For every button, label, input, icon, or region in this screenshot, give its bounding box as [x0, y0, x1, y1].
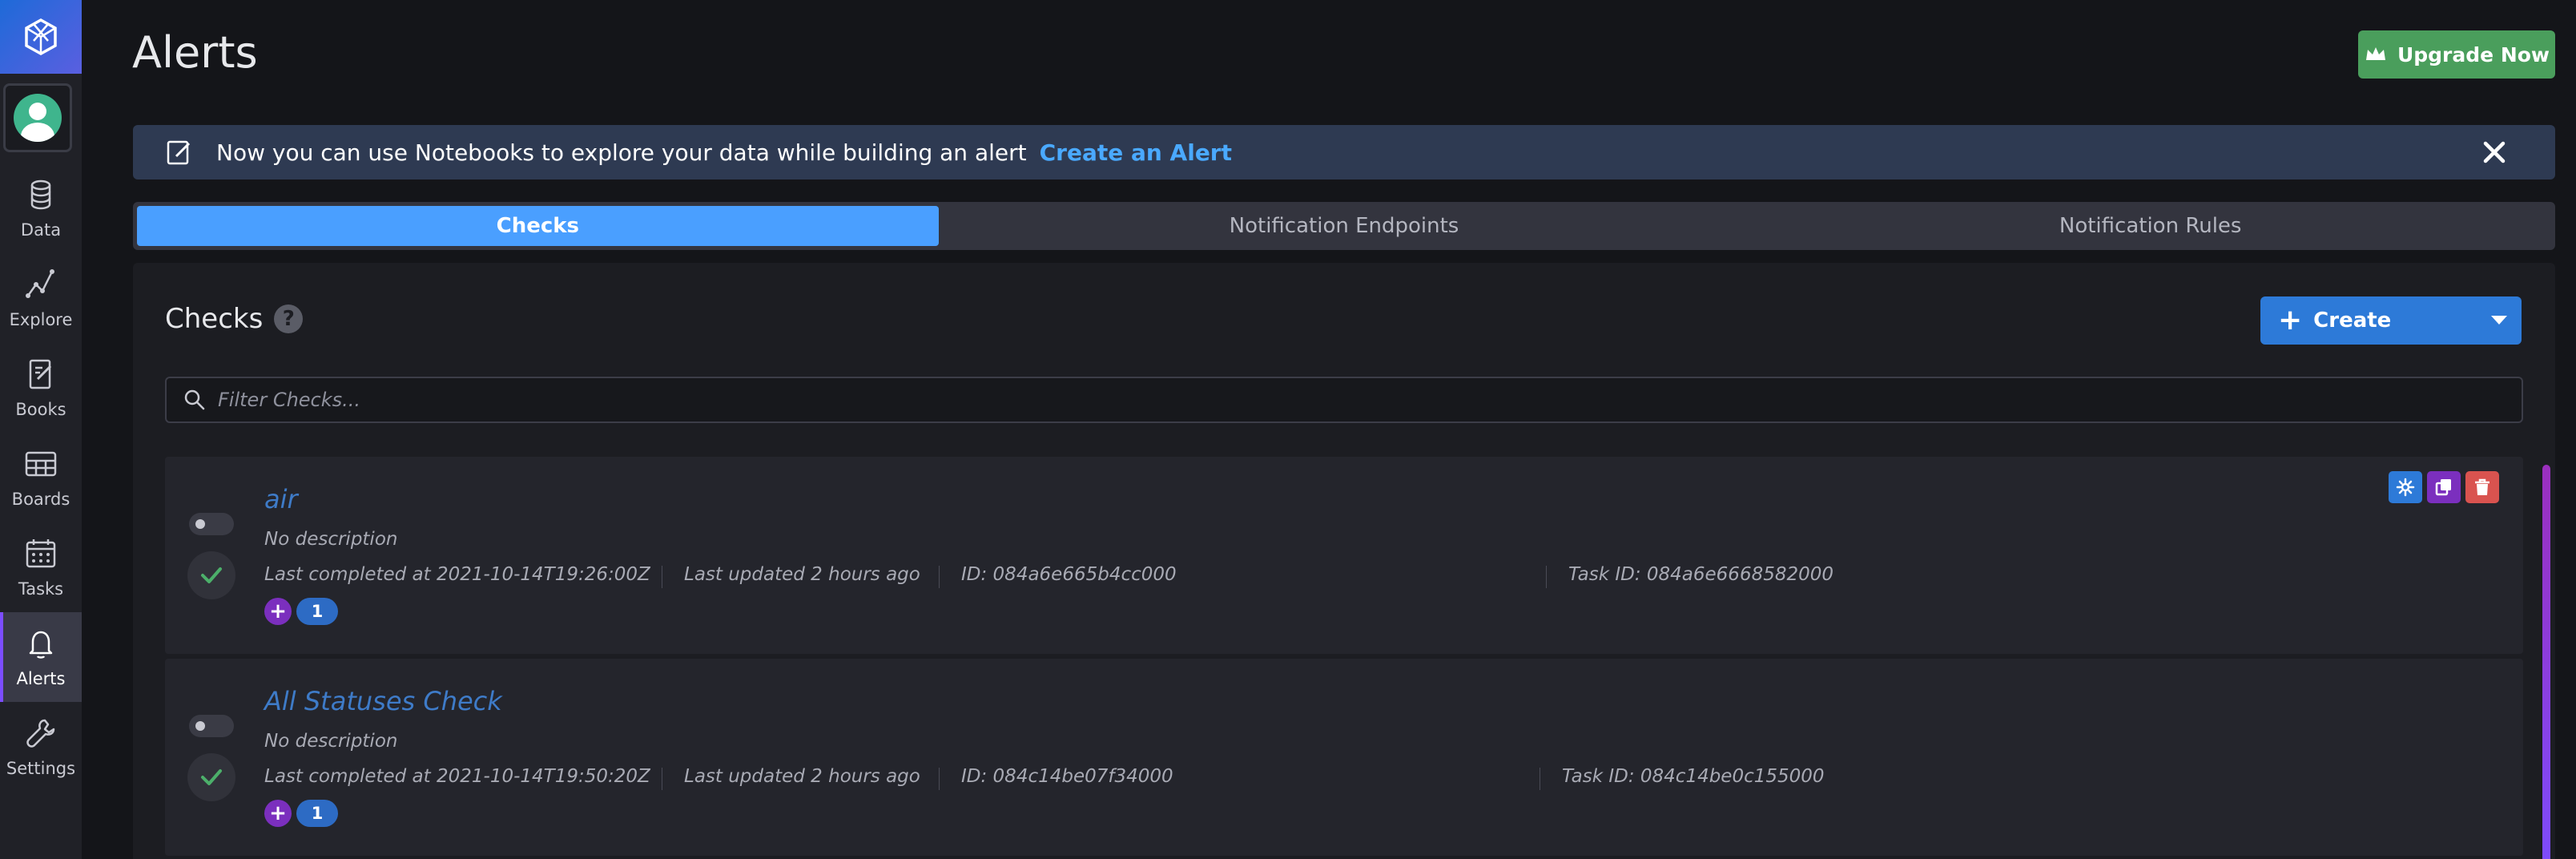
notebook-icon	[29, 359, 52, 389]
create-label: Create	[2313, 309, 2392, 333]
add-label-button[interactable]: +	[264, 598, 292, 625]
create-check-button[interactable]: + Create	[2260, 296, 2522, 345]
sidebar-item-settings[interactable]: Settings	[0, 702, 82, 792]
meta-divider	[1546, 566, 1547, 588]
label-count-badge[interactable]: 1	[296, 800, 338, 827]
task-id: Task ID: 084c14be0c155000	[1562, 766, 1825, 787]
sidebar-item-label: Settings	[6, 759, 76, 778]
last-completed: Last completed at 2021-10-14T19:26:00Z	[264, 564, 650, 585]
notebook-banner: Now you can use Notebooks to explore you…	[133, 125, 2555, 179]
dashboard-grid-icon	[25, 451, 57, 477]
check-status	[187, 753, 235, 801]
check-toggle[interactable]	[189, 513, 234, 535]
add-label-button[interactable]: +	[264, 800, 292, 827]
clone-check-button[interactable]	[2427, 471, 2461, 503]
sidebar-item-tasks[interactable]: Tasks	[0, 522, 82, 612]
filter-checks	[165, 377, 2523, 423]
gear-icon	[2396, 478, 2415, 497]
checks-heading: Checks ?	[165, 303, 304, 335]
check-name[interactable]: All Statuses Check	[264, 686, 502, 716]
last-updated: Last updated 2 hours ago	[684, 766, 920, 787]
sidebar-item-boards[interactable]: Boards	[0, 433, 82, 522]
banner-text: Now you can use Notebooks to explore you…	[216, 139, 1027, 166]
sidebar-item-books[interactable]: Books	[0, 343, 82, 433]
check-id: ID: 084c14be07f34000	[961, 766, 1173, 787]
sidebar-item-data[interactable]: Data	[0, 163, 82, 253]
checks-title: Checks	[165, 303, 264, 335]
check-labels: + 1	[264, 598, 338, 625]
meta-divider	[939, 768, 940, 790]
explore-graph-icon	[26, 269, 54, 298]
calendar-icon	[26, 539, 56, 568]
upgrade-label: Upgrade Now	[2397, 42, 2550, 67]
check-description[interactable]: No description	[264, 731, 397, 752]
check-labels: + 1	[264, 800, 338, 827]
last-completed: Last completed at 2021-10-14T19:50:20Z	[264, 766, 650, 787]
check-status	[187, 551, 235, 599]
tab-notification-rules[interactable]: Notification Rules	[1749, 206, 2551, 246]
tab-checks[interactable]: Checks	[137, 206, 939, 246]
checkmark-icon	[201, 567, 222, 583]
cube-logo-icon	[25, 18, 57, 56]
sidebar-item-label: Alerts	[16, 669, 66, 688]
database-icon	[30, 179, 51, 210]
clone-icon	[2435, 479, 2451, 496]
sidebar-item-label: Explore	[9, 310, 73, 329]
chevron-down-icon[interactable]	[2491, 316, 2507, 325]
sidebar-item-label: Boards	[11, 490, 70, 509]
sidebar-item-label: Tasks	[18, 579, 64, 599]
delete-check-button[interactable]	[2465, 471, 2499, 503]
card-actions	[2389, 471, 2499, 503]
scrollbar[interactable]	[2542, 465, 2550, 859]
sidebar-item-label: Books	[15, 400, 66, 419]
sidebar-item-explore[interactable]: Explore	[0, 253, 82, 343]
tab-notification-endpoints[interactable]: Notification Endpoints	[944, 206, 1745, 246]
meta-divider	[939, 566, 940, 588]
last-updated: Last updated 2 hours ago	[684, 564, 920, 585]
avatar	[14, 94, 62, 142]
trash-icon	[2475, 478, 2489, 495]
check-id: ID: 084a6e665b4cc000	[961, 564, 1177, 585]
check-name[interactable]: air	[264, 484, 298, 514]
checkmark-icon	[201, 769, 222, 785]
plus-icon: +	[2278, 304, 2303, 337]
sidebar-item-alerts[interactable]: Alerts	[0, 612, 82, 702]
checks-panel: Checks ? + Create air No description Las…	[133, 263, 2555, 859]
create-alert-link[interactable]: Create an Alert	[1040, 139, 1232, 166]
check-card-air: air No description Last completed at 202…	[165, 457, 2523, 654]
close-icon[interactable]	[2481, 139, 2507, 165]
check-toggle[interactable]	[189, 715, 234, 737]
user-avatar-button[interactable]	[3, 83, 72, 152]
wrench-icon	[26, 719, 55, 748]
check-card-all-statuses: All Statuses Check No description Last c…	[165, 659, 2523, 856]
bell-icon	[29, 631, 53, 659]
filter-checks-input[interactable]	[218, 389, 2461, 411]
label-count-badge[interactable]: 1	[296, 598, 338, 625]
help-icon[interactable]: ?	[274, 304, 304, 333]
upgrade-now-button[interactable]: Upgrade Now	[2358, 30, 2555, 79]
crown-icon	[2365, 47, 2385, 60]
sidebar-item-label: Data	[20, 220, 62, 240]
task-id: Task ID: 084a6e6668582000	[1568, 564, 1834, 585]
search-icon	[184, 389, 205, 410]
influxdb-logo[interactable]	[0, 0, 82, 74]
check-description[interactable]: No description	[264, 529, 397, 550]
edit-note-icon	[167, 140, 191, 165]
page-title: Alerts	[132, 27, 258, 78]
alerts-tabs: Checks Notification Endpoints Notificati…	[133, 202, 2555, 250]
check-settings-button[interactable]	[2389, 471, 2422, 503]
sidebar: Data Explore Books Boards Tasks Alerts S…	[0, 0, 82, 859]
